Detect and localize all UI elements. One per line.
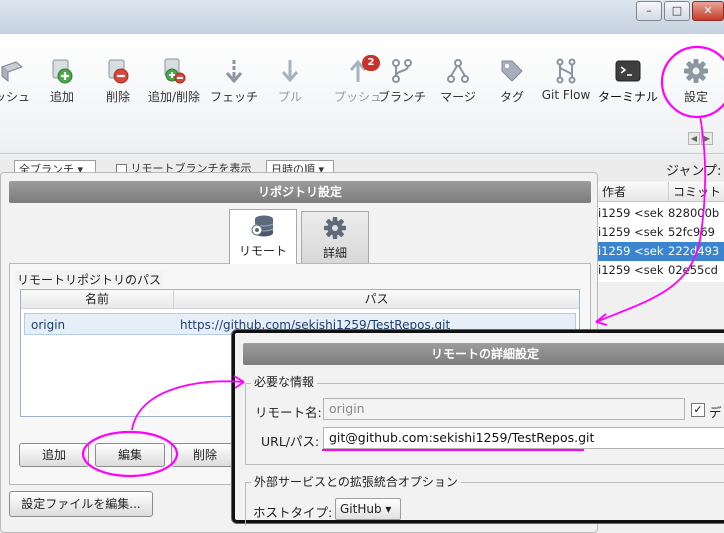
minimize-button[interactable]: – <box>636 1 662 21</box>
delete-remote-button[interactable]: 削除 <box>171 443 239 467</box>
toolbar-settings-label: 設定 <box>683 90 708 104</box>
fetch-icon <box>225 60 243 84</box>
remote-detail-dialog: リモートの詳細設定 必要な情報 リモート名: origin ✓ デフ URL/パ… <box>232 330 724 526</box>
remote-paths-title: リモートリポジトリのパス <box>15 271 164 288</box>
remove-icon <box>108 59 129 84</box>
maximize-button[interactable]: □ <box>664 1 690 21</box>
commit-hash: 222d493 <box>668 244 720 258</box>
host-type-select[interactable]: GitHub ▾ <box>335 498 401 520</box>
branch-icon <box>392 59 412 83</box>
toolbar-pull-button[interactable]: プル <box>256 58 324 105</box>
commit-author: i1259 <sek <box>598 244 664 258</box>
commit-row[interactable]: i1259 <sek 828000b <box>598 204 724 223</box>
jump-label: ジャンプ: <box>666 164 722 179</box>
close-window-button[interactable]: ✕ <box>692 1 724 21</box>
commit-row[interactable]: i1259 <sek 52fc969 <box>598 223 724 242</box>
toolbar-terminal-button[interactable]: ターミナル <box>594 58 662 105</box>
default-remote-checkbox[interactable]: ✓ <box>691 403 705 417</box>
commit-author: i1259 <sek <box>598 206 664 220</box>
toolbar-scroll-arrows: ◀ ▶ <box>688 130 714 145</box>
tab-advanced[interactable]: 詳細 <box>301 211 369 263</box>
terminal-icon <box>615 60 641 82</box>
url-path-label: URL/パス: <box>261 434 320 449</box>
edit-config-file-button[interactable]: 設定ファイルを編集... <box>9 491 153 517</box>
commit-hash: 52fc969 <box>668 225 715 239</box>
author-column-header[interactable]: 作者 <box>598 182 668 202</box>
tab-remote-label: リモート <box>238 244 287 258</box>
window-titlebar: – □ ✕ <box>0 0 724 34</box>
gear-icon <box>684 59 708 83</box>
edit-remote-button[interactable]: 編集 <box>95 443 165 467</box>
toolbar-git-flow-label: Git Flow <box>541 88 591 102</box>
name-column-header[interactable]: 名前 <box>21 290 174 309</box>
detail-dialog-title: リモートの詳細設定 <box>243 343 724 365</box>
main-toolbar: ッシュ 追加 削除 追加/削除 フェッチ プル 2 プッシュ ブランチ マージ … <box>0 34 724 154</box>
add-icon <box>52 59 73 84</box>
gear-icon <box>324 217 346 239</box>
commit-author: i1259 <sek <box>598 263 664 277</box>
remote-name-input[interactable]: origin <box>323 398 685 420</box>
git-flow-icon <box>556 58 576 84</box>
commit-row[interactable]: i1259 <sek 02e55cd <box>598 261 724 280</box>
commit-hash: 02e55cd <box>668 263 718 277</box>
server-icon <box>251 215 274 237</box>
commit-column-header[interactable]: コミット <box>668 182 724 202</box>
toolbar-settings-button[interactable]: 設定 <box>662 58 724 105</box>
toolbar-git-flow-button[interactable]: Git Flow <box>532 58 600 102</box>
merge-icon <box>447 59 469 83</box>
remote-name-label: リモート名: <box>255 405 322 420</box>
tag-icon <box>501 60 523 82</box>
add-remote-button[interactable]: 追加 <box>19 443 89 467</box>
add-remove-icon <box>164 58 186 84</box>
extension-options-title: 外部サービスとの拡張統合オプション <box>251 473 461 490</box>
commit-row-selected[interactable]: i1259 <sek 222d493 <box>598 242 724 261</box>
toolbar-add-remove-label: 追加/削除 <box>147 90 201 104</box>
toolbar-add-remove-button[interactable]: 追加/削除 <box>140 58 208 105</box>
commit-author: i1259 <sek <box>598 225 664 239</box>
toolbar-pull-label: プル <box>277 90 302 104</box>
commit-icon <box>1 61 23 83</box>
path-column-header[interactable]: パス <box>174 290 579 309</box>
scroll-left-icon[interactable]: ◀ <box>688 132 700 145</box>
commit-list: 作者 コミット i1259 <sek 828000b i1259 <sek 52fc… <box>598 182 724 282</box>
tab-remote[interactable]: リモート <box>229 209 297 264</box>
required-info-title: 必要な情報 <box>251 373 318 390</box>
scroll-right-icon[interactable]: ▶ <box>701 132 713 145</box>
tab-advanced-label: 詳細 <box>322 246 347 260</box>
toolbar-terminal-label: ターミナル <box>597 90 658 104</box>
dialog-title: リポジトリ設定 <box>9 181 591 203</box>
commit-hash: 828000b <box>668 206 720 220</box>
required-info-group <box>245 383 724 465</box>
pull-icon <box>281 60 299 83</box>
url-path-input[interactable]: git@github.com:sekishi1259/TestRepos.git <box>323 427 724 449</box>
remote-name-cell: origin <box>31 318 66 332</box>
host-type-value: GitHub <box>340 502 382 516</box>
host-type-label: ホストタイプ: <box>253 505 333 520</box>
